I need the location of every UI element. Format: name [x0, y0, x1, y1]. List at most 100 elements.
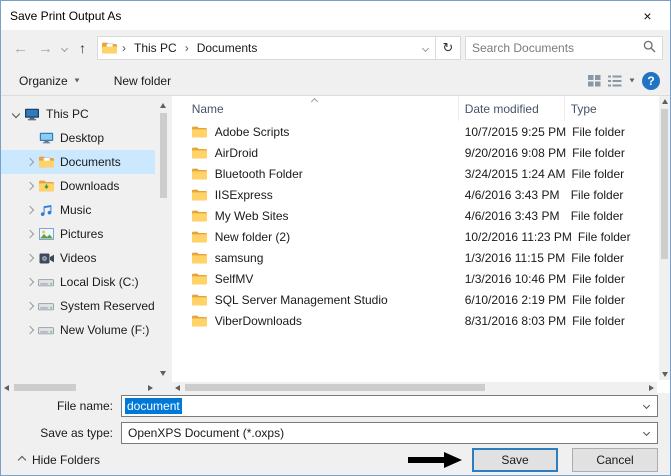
navigation-bar: ← → ↑ › This PC › Documents ↻: [1, 30, 670, 66]
file-row[interactable]: Bluetooth Folder 3/24/2015 1:24 AM File …: [172, 163, 658, 184]
scrollbar-thumb[interactable]: [184, 384, 485, 391]
expand-chevron-icon[interactable]: [23, 301, 36, 311]
folder-icon: [191, 189, 210, 201]
view-options-chevron[interactable]: [629, 78, 635, 83]
save-button[interactable]: Save: [472, 448, 558, 472]
search-icon: [643, 40, 656, 56]
folder-icon: [191, 231, 210, 243]
file-row[interactable]: ViberDownloads 8/31/2016 8:03 PM File fo…: [172, 310, 658, 331]
sidebar-vertical-scrollbar[interactable]: [157, 100, 169, 379]
folder-icon: [191, 315, 210, 327]
sidebar-item-documents[interactable]: Documents: [1, 150, 155, 174]
save-as-type-select[interactable]: OpenXPS Document (*.oxps): [121, 421, 658, 444]
scrollbar-thumb[interactable]: [14, 384, 76, 391]
new-folder-button[interactable]: New folder: [106, 70, 179, 92]
scrollbar-thumb[interactable]: [661, 109, 668, 259]
scroll-right-button[interactable]: [646, 382, 657, 393]
help-button[interactable]: ?: [642, 71, 660, 90]
cancel-button[interactable]: Cancel: [572, 448, 658, 472]
sidebar-item-local-disk-c-[interactable]: Local Disk (C:): [1, 270, 155, 294]
command-toolbar: Organize New folder ?: [1, 66, 670, 96]
breadcrumb-item-this-pc[interactable]: This PC: [128, 37, 183, 59]
folder-icon: [191, 252, 210, 264]
file-row[interactable]: IISExpress 4/6/2016 3:43 PM File folder: [172, 184, 658, 205]
toolbar-right-group: ?: [588, 71, 660, 90]
sidebar-item-system-reserved[interactable]: System Reserved: [1, 294, 155, 318]
sidebar-item-downloads[interactable]: Downloads: [1, 174, 155, 198]
file-name-label: File name:: [56, 398, 113, 413]
tree-item-icon: [36, 132, 56, 144]
breadcrumb-item-documents[interactable]: Documents: [191, 37, 264, 59]
chevron-down-icon: [74, 78, 80, 83]
details-view-button[interactable]: [608, 75, 622, 87]
sidebar-item-new-volume-f-[interactable]: New Volume (F:): [1, 318, 155, 342]
dialog-content: This PC Desktop Documents Downloads Musi…: [1, 96, 670, 393]
forward-button[interactable]: →: [33, 36, 58, 61]
chevron-down-icon: [60, 44, 68, 52]
file-name-input[interactable]: document: [121, 394, 658, 417]
file-list-horizontal-scrollbar[interactable]: [171, 382, 657, 393]
breadcrumb[interactable]: › This PC › Documents: [97, 36, 436, 60]
folder-icon: [191, 273, 210, 285]
hide-folders-button[interactable]: Hide Folders: [13, 450, 106, 470]
window-title: Save Print Output As: [10, 8, 122, 23]
expand-chevron-icon[interactable]: [23, 181, 36, 191]
file-row[interactable]: SelfMV 1/3/2016 10:46 PM File folder: [172, 268, 658, 289]
close-button[interactable]: ×: [625, 1, 670, 30]
expand-chevron-icon[interactable]: [23, 205, 36, 215]
tree-item-icon: [36, 228, 56, 240]
chevron-down-icon: [421, 44, 429, 52]
scroll-down-button[interactable]: [158, 368, 169, 379]
expand-chevron-icon[interactable]: [23, 277, 36, 287]
file-row[interactable]: Adobe Scripts 10/7/2015 9:25 PM File fol…: [172, 121, 658, 142]
tree-item-icon: [22, 108, 42, 121]
icons-view-button[interactable]: [588, 74, 601, 87]
save-as-type-dropdown-chevron[interactable]: [642, 428, 651, 436]
tree-item-icon: [36, 277, 56, 288]
tree-item-icon: [36, 204, 56, 217]
sidebar-item-this-pc[interactable]: This PC: [1, 102, 155, 126]
search-box: [465, 36, 663, 60]
file-row[interactable]: AirDroid 9/20/2016 9:08 PM File folder: [172, 142, 658, 163]
organize-button[interactable]: Organize: [11, 70, 88, 92]
sidebar-item-music[interactable]: Music: [1, 198, 155, 222]
scroll-left-button[interactable]: [172, 382, 183, 393]
scroll-left-button[interactable]: [1, 382, 12, 393]
chevron-up-icon: [17, 455, 27, 465]
scroll-right-button[interactable]: [145, 382, 156, 393]
file-row[interactable]: New folder (2) 10/2/2016 11:23 PM File f…: [172, 226, 658, 247]
sidebar-item-videos[interactable]: Videos: [1, 246, 155, 270]
expand-chevron-icon[interactable]: [23, 325, 36, 335]
column-header-type[interactable]: Type: [565, 96, 658, 121]
search-input[interactable]: [472, 41, 643, 55]
file-name-selected-text: document: [125, 397, 182, 414]
address-history-chevron[interactable]: [415, 44, 435, 52]
scroll-up-button[interactable]: [158, 100, 169, 111]
file-name-dropdown-chevron[interactable]: [642, 401, 651, 409]
sidebar-item-pictures[interactable]: Pictures: [1, 222, 155, 246]
filename-fields: File name: document Save as type: OpenXP…: [1, 393, 670, 445]
sidebar-horizontal-scrollbar[interactable]: [1, 382, 156, 393]
expand-chevron-icon[interactable]: [23, 253, 36, 263]
file-row[interactable]: My Web Sites 4/6/2016 3:43 PM File folde…: [172, 205, 658, 226]
file-list-vertical-scrollbar[interactable]: [659, 96, 670, 380]
folder-icon: [191, 126, 210, 138]
expand-chevron-icon[interactable]: [9, 109, 22, 119]
dialog-footer: Hide Folders Save Cancel: [1, 445, 670, 475]
scrollbar-thumb[interactable]: [159, 113, 167, 198]
up-button[interactable]: ↑: [70, 36, 95, 61]
sidebar-item-desktop[interactable]: Desktop: [1, 126, 155, 150]
expand-chevron-icon[interactable]: [23, 157, 36, 167]
tree-item-icon: [36, 301, 56, 312]
file-row[interactable]: samsung 1/3/2016 11:15 PM File folder: [172, 247, 658, 268]
scroll-down-button[interactable]: [659, 369, 670, 380]
recent-locations-dropdown[interactable]: [58, 44, 70, 52]
file-row[interactable]: SQL Server Management Studio 6/10/2016 2…: [172, 289, 658, 310]
column-header-date-modified[interactable]: Date modified: [459, 96, 565, 121]
back-button[interactable]: ←: [8, 36, 33, 61]
folder-icon: [191, 210, 210, 222]
expand-chevron-icon[interactable]: [23, 229, 36, 239]
refresh-button[interactable]: ↻: [436, 36, 461, 60]
breadcrumb-items: › This PC › Documents: [120, 37, 263, 59]
scroll-up-button[interactable]: [659, 96, 670, 107]
